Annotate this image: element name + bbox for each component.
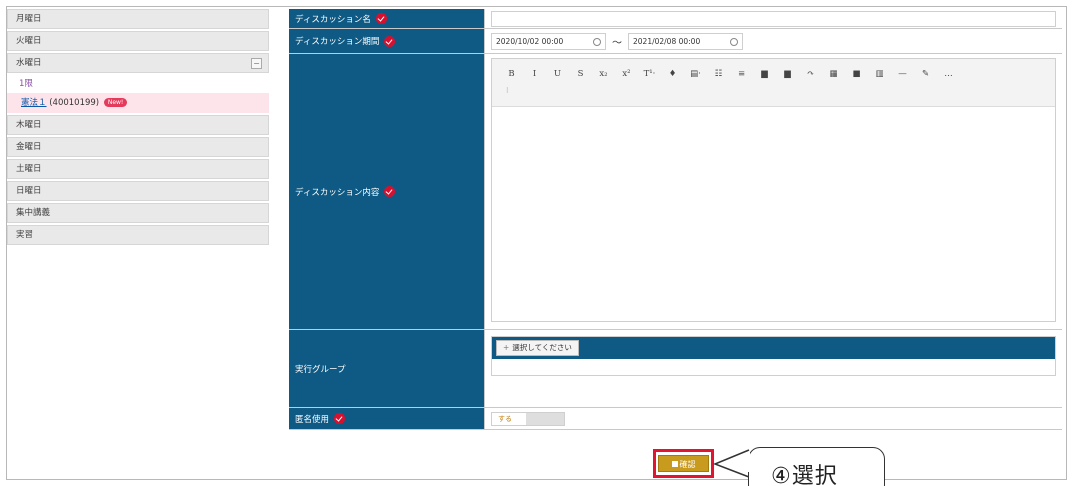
sidebar-item-friday[interactable]: 金曜日 bbox=[7, 137, 269, 157]
discussion-form: ディスカッション名 ディスカッション期間 2020/10/02 00:00 ～ … bbox=[289, 9, 1062, 430]
row-discussion-period: ディスカッション期間 2020/10/02 00:00 ～ 2021/02/08… bbox=[289, 29, 1062, 54]
period-start-value: 2020/10/02 00:00 bbox=[496, 36, 564, 46]
editor-toolbar-button[interactable]: — bbox=[891, 69, 914, 79]
editor-toolbar-button[interactable]: ■ bbox=[845, 69, 868, 79]
period-end-value: 2021/02/08 00:00 bbox=[633, 36, 701, 46]
editor-toolbar-button[interactable]: ▥ bbox=[868, 69, 891, 79]
sidebar-item-label: 日曜日 bbox=[16, 186, 42, 196]
editor-toolbar-button[interactable]: ☷ bbox=[707, 69, 730, 79]
row-execution-group: 実行グループ + 選択してください bbox=[289, 330, 1062, 408]
field-label: 匿名使用 bbox=[289, 408, 485, 429]
anonymous-label: 匿名使用 bbox=[295, 414, 330, 425]
sidebar-item-thursday[interactable]: 木曜日 bbox=[7, 115, 269, 135]
collapse-icon[interactable]: − bbox=[251, 58, 262, 69]
period-separator: ～ bbox=[612, 37, 622, 49]
editor-toolbar-row: B I U Sx₂ x² T¹· ♦ ▤· ☷ ≡ ▆ ▆ ↷ ▦ ■ ▥ — ✎… bbox=[500, 65, 1047, 83]
sidebar: 月曜日 火曜日 水曜日 − 1限 憲法１ (40010199) New! 木曜日 … bbox=[7, 9, 269, 247]
editor-toolbar-button[interactable]: ▆ bbox=[753, 69, 776, 79]
editor-toolbar-row2[interactable]: ⁝ bbox=[500, 83, 1047, 99]
anonymous-toggle[interactable]: する bbox=[491, 412, 565, 426]
callout-text: ④選択 bbox=[771, 464, 838, 486]
required-check-icon bbox=[384, 186, 396, 197]
sidebar-item-label: 土曜日 bbox=[16, 164, 42, 174]
sidebar-item-wednesday[interactable]: 水曜日 − bbox=[7, 53, 269, 73]
group-select-button[interactable]: + 選択してください bbox=[496, 340, 579, 356]
course-code: (40010199) bbox=[49, 98, 100, 108]
row-anonymous: 匿名使用 する bbox=[289, 408, 1062, 430]
sidebar-item-practicum[interactable]: 実習 bbox=[7, 225, 269, 245]
editor-toolbar-button[interactable]: ↷ bbox=[799, 69, 822, 79]
editor-toolbar-button[interactable]: B bbox=[500, 69, 523, 79]
sidebar-item-label: 実習 bbox=[16, 230, 34, 240]
editor-toolbar-button[interactable]: x² bbox=[615, 69, 638, 79]
editor-toolbar-button[interactable]: T¹· bbox=[638, 69, 661, 79]
callout-bubble: ④選択 bbox=[748, 447, 885, 486]
confirm-icon bbox=[671, 461, 678, 467]
rich-text-editor: B I U Sx₂ x² T¹· ♦ ▤· ☷ ≡ ▆ ▆ ↷ ▦ ■ ▥ — ✎… ⁝ bbox=[491, 58, 1056, 322]
row-discussion-content: ディスカッション内容 B I U Sx₂ x² T¹· ♦ ▤· ☷ ≡ ▆ ▆ ↷ ▦ ■ ▥ — ✎… ⁝ bbox=[289, 54, 1062, 330]
discussion-period-label: ディスカッション期間 bbox=[295, 37, 380, 47]
row-discussion-name: ディスカッション名 bbox=[289, 9, 1062, 29]
field-cell: 2020/10/02 00:00 ～ 2021/02/08 00:00 bbox=[485, 29, 1062, 53]
sidebar-item-label: 金曜日 bbox=[16, 142, 42, 152]
sidebar-item-saturday[interactable]: 土曜日 bbox=[7, 159, 269, 179]
editor-toolbar-button[interactable]: x₂ bbox=[592, 69, 615, 79]
execution-group-label: 実行グループ bbox=[295, 364, 346, 375]
toggle-off-segment bbox=[526, 413, 564, 425]
field-cell: する bbox=[485, 408, 1062, 429]
sidebar-item-tuesday[interactable]: 火曜日 bbox=[7, 31, 269, 51]
period-end-input[interactable]: 2021/02/08 00:00 bbox=[628, 32, 743, 50]
course-name-link[interactable]: 憲法１ bbox=[21, 98, 47, 108]
discussion-content-label: ディスカッション内容 bbox=[295, 187, 380, 198]
editor-toolbar: B I U Sx₂ x² T¹· ♦ ▤· ☷ ≡ ▆ ▆ ↷ ▦ ■ ▥ — ✎… ⁝ bbox=[492, 59, 1055, 107]
field-cell bbox=[485, 9, 1062, 28]
group-select-label: 選択してください bbox=[512, 343, 572, 352]
clock-icon[interactable] bbox=[593, 37, 601, 46]
discussion-name-label: ディスカッション名 bbox=[295, 14, 371, 25]
sidebar-item-label: 火曜日 bbox=[16, 36, 42, 46]
editor-toolbar-button[interactable]: S bbox=[569, 69, 592, 79]
field-label: ディスカッション内容 bbox=[289, 54, 485, 329]
required-check-icon bbox=[384, 35, 396, 47]
sidebar-item-label: 木曜日 bbox=[16, 120, 42, 130]
group-select-box: + 選択してください bbox=[491, 336, 1056, 376]
editor-toolbar-button[interactable]: ▆ bbox=[776, 69, 799, 79]
field-cell: B I U Sx₂ x² T¹· ♦ ▤· ☷ ≡ ▆ ▆ ↷ ▦ ■ ▥ — ✎… ⁝ bbox=[485, 54, 1062, 329]
sidebar-item-label: 集中講義 bbox=[16, 208, 51, 218]
sidebar-item-monday[interactable]: 月曜日 bbox=[7, 9, 269, 29]
editor-content-area[interactable] bbox=[492, 107, 1055, 321]
period-start-input[interactable]: 2020/10/02 00:00 bbox=[491, 32, 606, 50]
editor-toolbar-button[interactable]: ≡ bbox=[730, 69, 753, 79]
field-label: 実行グループ bbox=[289, 330, 485, 407]
toggle-on-label: する bbox=[492, 413, 526, 425]
editor-toolbar-button[interactable]: ▤· bbox=[684, 69, 707, 79]
required-check-icon bbox=[375, 13, 387, 24]
sidebar-item-label: 月曜日 bbox=[16, 14, 42, 24]
sidebar-period-label: 1限 bbox=[7, 75, 269, 93]
field-cell: + 選択してください bbox=[485, 330, 1062, 407]
field-label: ディスカッション期間 bbox=[289, 29, 485, 53]
confirm-button-label: 確認 bbox=[679, 460, 696, 469]
plus-icon: + bbox=[503, 343, 510, 352]
sidebar-item-intensive[interactable]: 集中講義 bbox=[7, 203, 269, 223]
editor-toolbar-button[interactable]: ♦ bbox=[661, 69, 684, 79]
editor-toolbar-button[interactable]: I bbox=[523, 69, 546, 79]
new-badge: New! bbox=[103, 98, 128, 107]
field-label: ディスカッション名 bbox=[289, 9, 485, 28]
clock-icon[interactable] bbox=[730, 37, 738, 46]
required-check-icon bbox=[334, 413, 346, 424]
sidebar-course-item[interactable]: 憲法１ (40010199) New! bbox=[7, 93, 269, 113]
editor-toolbar-button[interactable]: ▦ bbox=[822, 69, 845, 79]
confirm-button[interactable]: 確認 bbox=[658, 455, 709, 472]
editor-toolbar-button[interactable]: U bbox=[546, 69, 569, 79]
sidebar-item-label: 水曜日 bbox=[16, 58, 42, 68]
callout-pointer-cover bbox=[746, 452, 750, 472]
editor-toolbar-button[interactable]: … bbox=[937, 69, 960, 79]
editor-toolbar-button[interactable]: ✎ bbox=[914, 69, 937, 79]
group-select-header: + 選択してください bbox=[492, 337, 1055, 359]
confirm-highlight: 確認 bbox=[653, 449, 714, 478]
sidebar-item-sunday[interactable]: 日曜日 bbox=[7, 181, 269, 201]
discussion-name-input[interactable] bbox=[491, 11, 1056, 27]
